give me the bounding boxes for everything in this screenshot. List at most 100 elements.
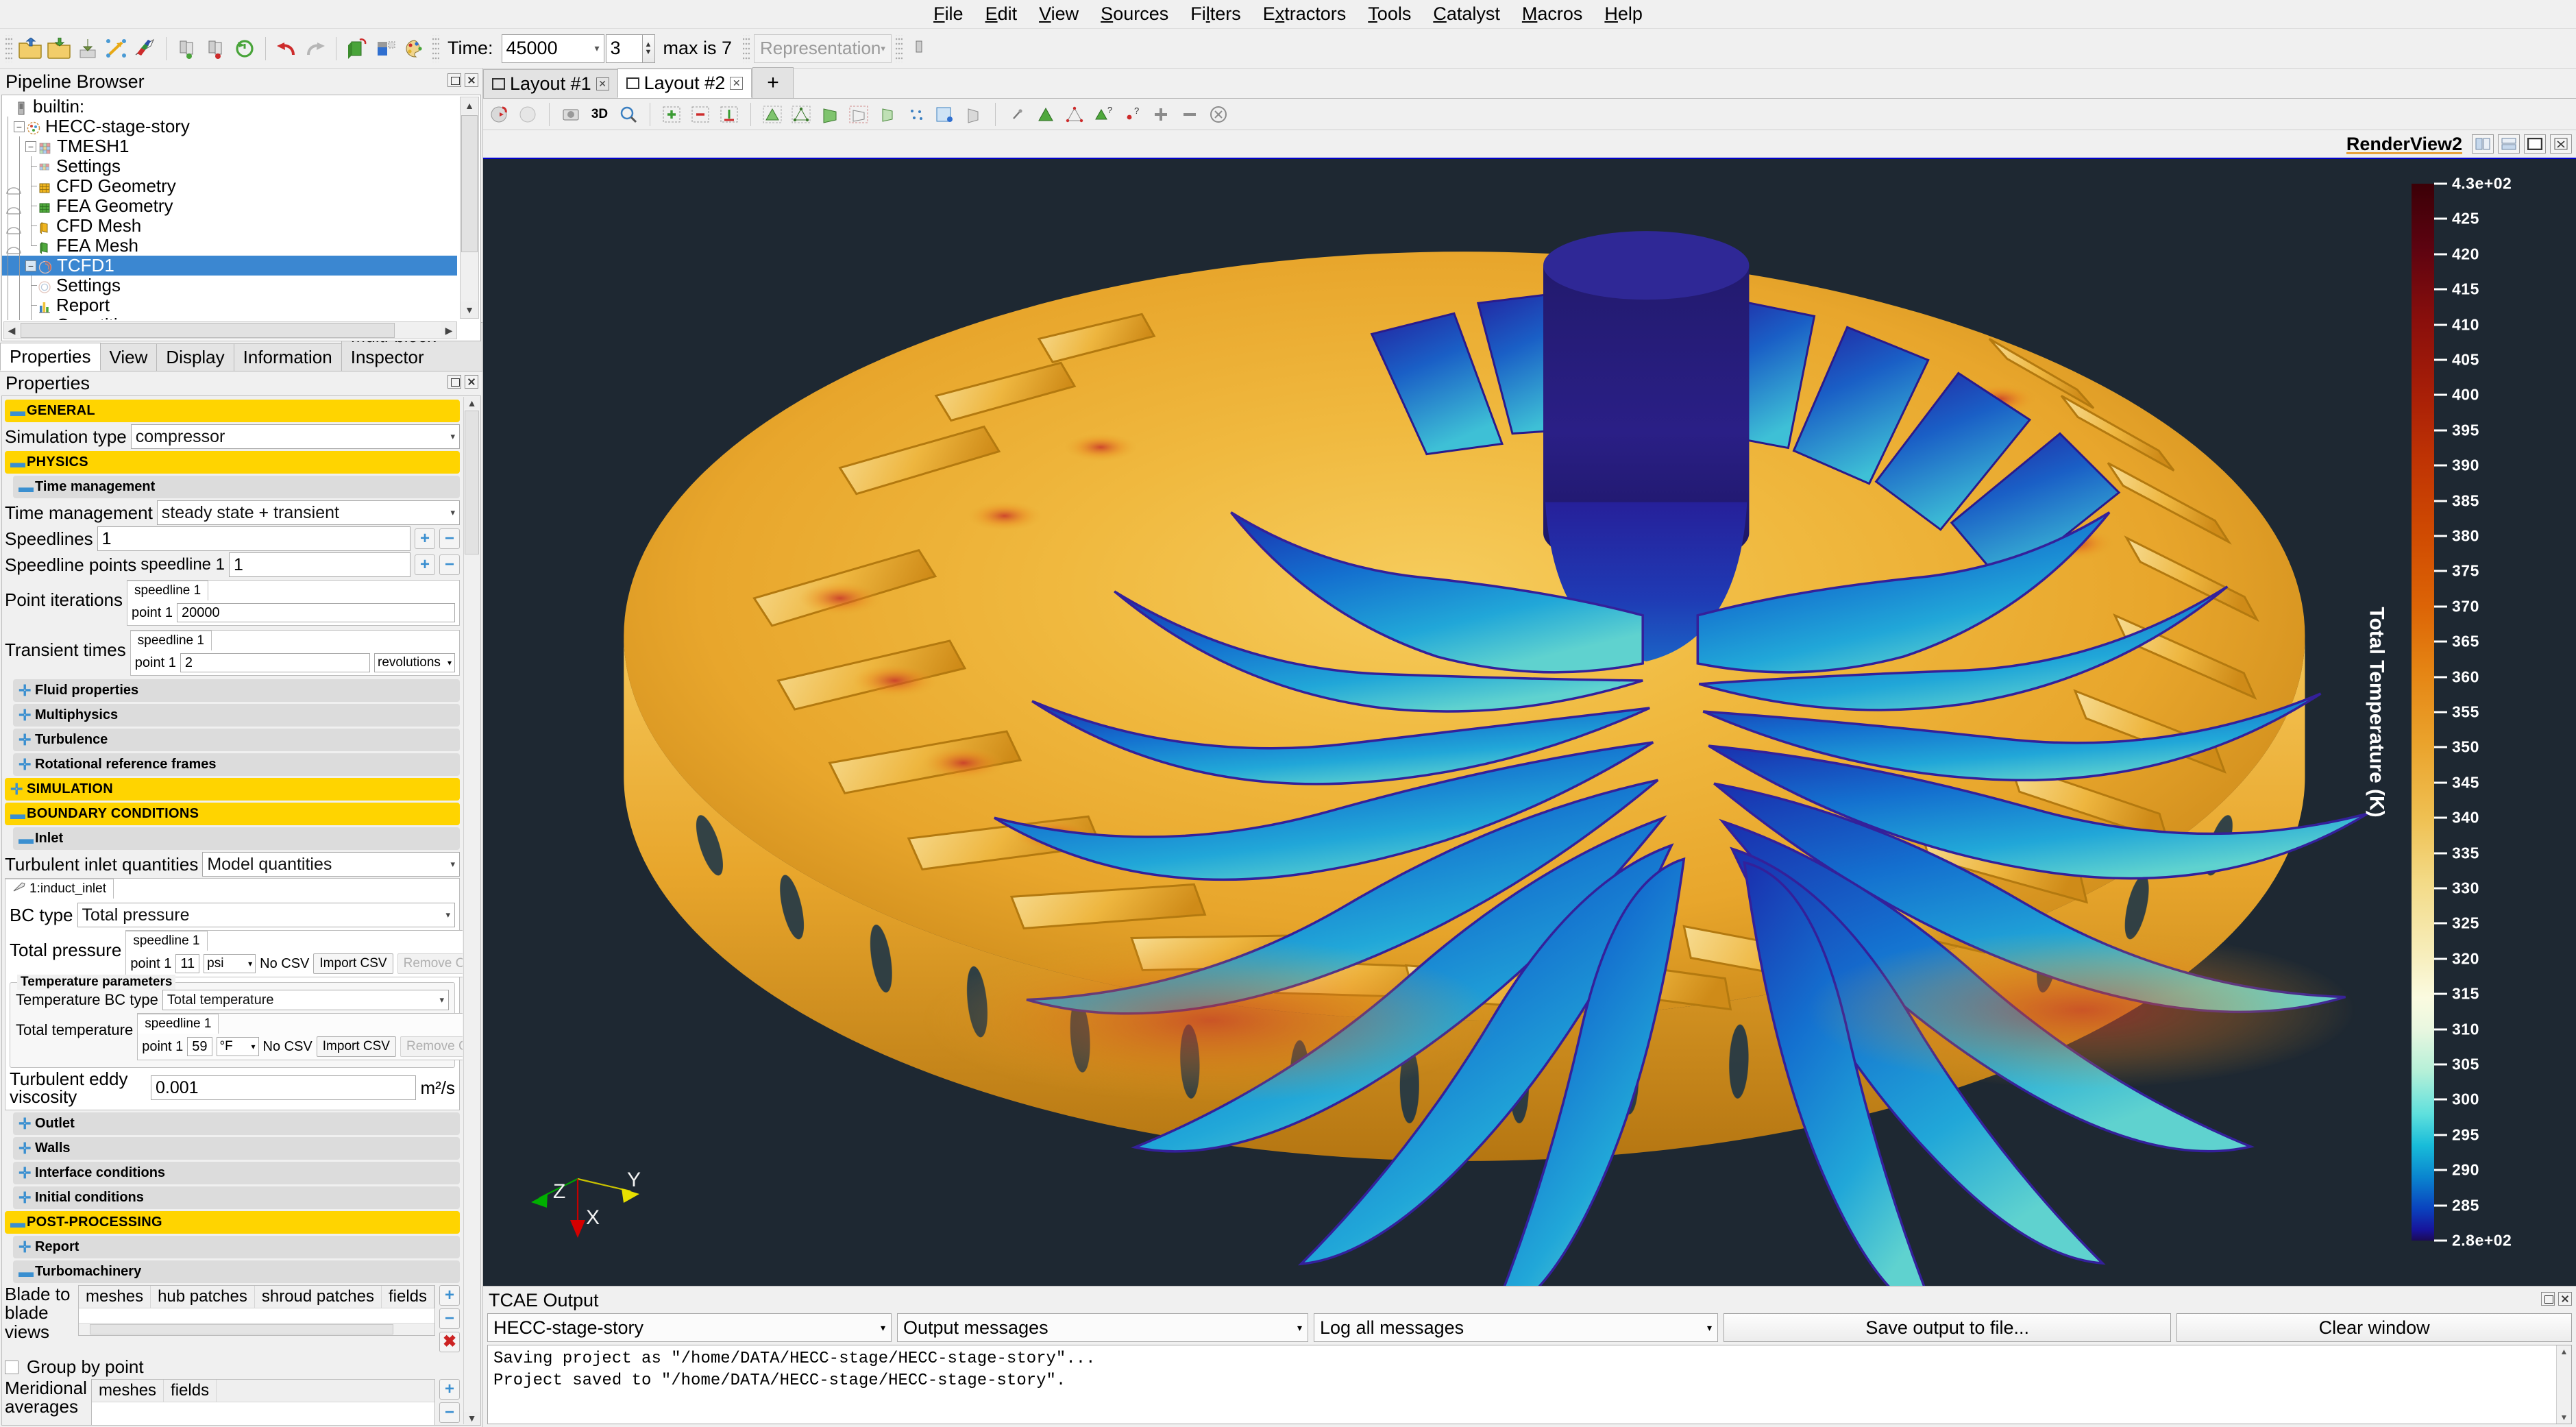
toggle-selection-icon[interactable] (716, 101, 742, 127)
split-horizontal-icon[interactable] (2472, 134, 2494, 154)
collapse-toggle-icon[interactable]: ▬ (10, 403, 25, 419)
group-turbomachinery[interactable]: ▬ Turbomachinery (13, 1260, 460, 1283)
collapse-toggle-icon[interactable]: ▬ (19, 1264, 34, 1280)
chevron-down-icon[interactable]: ▾ (445, 910, 450, 920)
section-physics[interactable]: ▬ PHYSICS (5, 451, 460, 474)
more-tools-icon[interactable] (907, 35, 934, 62)
blade-view-clear-button[interactable]: ✖ (439, 1332, 460, 1352)
save-state-icon[interactable] (202, 35, 230, 62)
pipeline-item-cfd-mesh[interactable]: CFD Mesh (2, 215, 457, 236)
menu-help[interactable]: Help (1593, 2, 1654, 26)
expand-toggle-icon[interactable]: ✛ (19, 1165, 31, 1181)
speedline-points-input[interactable]: 1 (229, 552, 410, 577)
collapse-toggle-icon[interactable]: ▬ (10, 806, 25, 822)
clear-window-button[interactable]: Clear window (2176, 1313, 2573, 1342)
chevron-down-icon[interactable]: ▾ (1297, 1322, 1302, 1334)
frame-index-input[interactable]: 3 (605, 34, 643, 63)
collapse-expander-icon[interactable]: − (14, 121, 25, 132)
group-by-point-checkbox[interactable] (5, 1360, 19, 1374)
section-simulation[interactable]: ✛ SIMULATION (5, 778, 460, 801)
temperature-bc-type-combo[interactable]: Total temperature ▾ (162, 990, 449, 1010)
pipeline-horizontal-scrollbar[interactable]: ◀ ▶ (3, 321, 457, 339)
group-initial-conditions[interactable]: ✛ Initial conditions (13, 1186, 460, 1209)
chevron-down-icon[interactable]: ▾ (439, 995, 444, 1005)
turbulent-inlet-quantities-combo[interactable]: Model quantities ▾ (202, 852, 460, 877)
pipeline-item-tmesh-settings[interactable]: Settings (2, 156, 457, 176)
interactive-select-cells-icon[interactable] (932, 101, 958, 127)
pipeline-item-cfd-geometry[interactable]: CFD Geometry (2, 175, 457, 196)
select-points-polygon-icon[interactable] (903, 101, 929, 127)
menu-filters[interactable]: Filters (1179, 2, 1252, 26)
pipeline-item-hecc-stage-story[interactable]: − HECC-stage-story (2, 116, 457, 136)
total-temperature-speedline-tab[interactable]: speedline 1 (137, 1014, 219, 1034)
point-iterations-input[interactable]: 20000 (177, 603, 455, 622)
expand-toggle-icon[interactable]: ✛ (19, 683, 31, 698)
float-panel-icon[interactable] (2541, 1292, 2555, 1306)
meridional-remove-button[interactable]: − (439, 1402, 460, 1423)
split-vertical-icon[interactable] (2498, 134, 2520, 154)
camera-redo-icon[interactable] (515, 101, 541, 127)
orientation-axes-widget[interactable]: Z Y X (524, 1156, 661, 1258)
close-icon[interactable]: ✕ (596, 77, 609, 90)
collapse-expander-icon[interactable]: − (25, 141, 36, 152)
float-panel-icon[interactable] (447, 375, 461, 389)
representation-combo[interactable]: Representation ▾ (754, 34, 892, 63)
menu-tools[interactable]: Tools (1357, 2, 1422, 26)
minus-icon[interactable] (1177, 101, 1203, 127)
output-project-combo[interactable]: HECC-stage-story ▾ (487, 1313, 892, 1342)
toggle-3d-icon[interactable]: 3D (587, 101, 613, 127)
subtract-selection-icon[interactable] (687, 101, 713, 127)
chevron-down-icon[interactable]: ▾ (248, 959, 252, 968)
section-post-processing[interactable]: ▬ POST-PROCESSING (5, 1211, 460, 1234)
column-meshes[interactable]: meshes (92, 1380, 164, 1402)
transient-times-unit-combo[interactable]: revolutions ▾ (374, 653, 455, 672)
collapse-expander-icon[interactable]: − (25, 260, 36, 271)
group-walls[interactable]: ✛ Walls (13, 1137, 460, 1160)
total-pressure-speedline-tab[interactable]: speedline 1 (125, 931, 208, 951)
toolbar-grip[interactable] (5, 34, 12, 62)
chevron-down-icon[interactable]: ▾ (450, 859, 455, 870)
pipeline-item-quantities[interactable]: Quantities (2, 315, 457, 320)
group-outlet[interactable]: ✛ Outlet (13, 1112, 460, 1135)
plus-icon[interactable] (1148, 101, 1174, 127)
add-speedline-button[interactable]: + (415, 528, 435, 549)
color-map-editor-icon[interactable] (372, 35, 400, 62)
remove-speedline-point-button[interactable]: − (439, 554, 460, 575)
save-folder-icon[interactable] (45, 35, 73, 62)
save-output-to-file-button[interactable]: Save output to file... (1724, 1313, 2172, 1342)
tab-information[interactable]: Information (233, 343, 342, 371)
menu-sources[interactable]: Sources (1090, 2, 1179, 26)
select-cells-surface-icon[interactable] (759, 101, 785, 127)
scroll-down-icon[interactable]: ▼ (2557, 1411, 2571, 1424)
scrollbar-thumb[interactable] (461, 115, 478, 252)
collapse-toggle-icon[interactable]: ▬ (19, 479, 34, 495)
close-icon[interactable]: ✕ (730, 77, 744, 90)
render-view[interactable]: Z Y X 4.3e+02 425 420 415 410 405 400 395 390 385… (483, 159, 2576, 1286)
total-pressure-input[interactable]: 11 (175, 954, 200, 973)
speedlines-input[interactable]: 1 (97, 526, 410, 551)
transient-times-input[interactable]: 2 (180, 653, 370, 672)
remove-speedline-button[interactable]: − (439, 528, 460, 549)
transient-times-speedline-tab[interactable]: speedline 1 (130, 631, 212, 650)
expand-toggle-icon[interactable]: ✛ (19, 1141, 31, 1156)
collapse-toggle-icon[interactable]: ▬ (10, 1215, 25, 1230)
blade-to-blade-views-hscroll[interactable] (79, 1323, 434, 1335)
spinner-up-icon[interactable]: ▲ (643, 40, 654, 48)
inlet-patch-tab[interactable]: 1:induct_inlet (5, 879, 114, 899)
camera-undo-icon[interactable] (486, 101, 512, 127)
select-cells-frustum-icon[interactable] (817, 101, 843, 127)
scroll-right-icon[interactable]: ▶ (441, 322, 456, 339)
interactive-select-points-icon[interactable] (1004, 101, 1030, 127)
time-value-input[interactable]: 45000 ▾ (501, 34, 604, 63)
maximize-view-icon[interactable] (2524, 134, 2546, 154)
expand-toggle-icon[interactable]: ✛ (19, 707, 31, 723)
chevron-down-icon[interactable]: ▾ (450, 507, 455, 518)
group-by-point-row[interactable]: Group by point (5, 1356, 460, 1378)
chevron-down-icon[interactable]: ▾ (450, 431, 455, 442)
layout-tab-1[interactable]: Layout #1 ✕ (483, 69, 618, 98)
blade-to-blade-views-list[interactable]: meshes hub patches shroud patches fields (78, 1285, 435, 1336)
scrollbar-thumb[interactable] (21, 323, 395, 338)
pipeline-item-fea-geometry[interactable]: FEA Geometry (2, 195, 457, 216)
undo-icon[interactable] (273, 35, 300, 62)
close-panel-icon[interactable] (465, 73, 478, 87)
